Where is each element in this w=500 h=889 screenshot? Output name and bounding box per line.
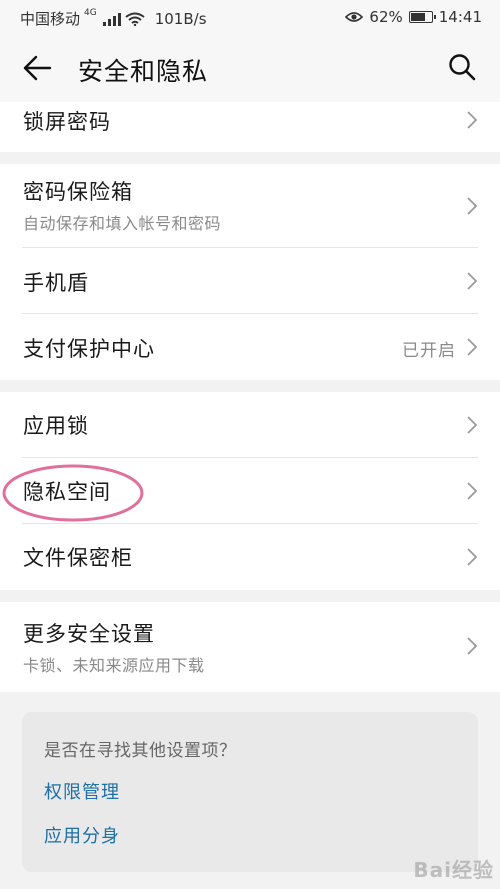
- page-title: 安全和隐私: [78, 57, 209, 86]
- battery-icon: [408, 11, 436, 23]
- settings-section-protection: 密码保险箱 自动保存和填入帐号和密码 手机盾 支付保护中心 已开启: [0, 164, 500, 380]
- status-bar: 中国移动 4G 101B/s 62% 14:41: [0, 0, 500, 34]
- list-item-payment-protection[interactable]: 支付保护中心 已开启: [0, 314, 500, 380]
- suggestions-question: 是否在寻找其他设置项？: [44, 741, 237, 761]
- network-speed-label: 101B/s: [154, 9, 207, 28]
- status-bar-left: 中国移动 4G 101B/s: [20, 8, 207, 29]
- list-item-title: 应用锁: [23, 414, 89, 438]
- link-app-twin[interactable]: 应用分身: [44, 822, 120, 848]
- list-item-lock-screen-password[interactable]: 锁屏密码: [0, 102, 500, 152]
- wifi-icon: [125, 12, 145, 26]
- list-item-title: 支付保护中心: [23, 337, 155, 361]
- list-item-title: 密码保险箱: [23, 180, 133, 204]
- chevron-right-icon: [467, 272, 478, 290]
- list-item-subtitle: 卡锁、未知来源应用下载: [23, 656, 205, 675]
- eye-comfort-icon: [345, 12, 364, 22]
- list-item-title: 手机盾: [23, 271, 89, 295]
- search-icon[interactable]: [446, 51, 478, 83]
- chevron-right-icon: [467, 197, 478, 215]
- chevron-right-icon: [467, 111, 478, 129]
- list-item-more-security-settings[interactable]: 更多安全设置 卡锁、未知来源应用下载: [0, 602, 500, 692]
- settings-section-lock: 锁屏密码: [0, 102, 500, 152]
- list-item-title: 锁屏密码: [23, 110, 111, 134]
- battery-percent-label: 62%: [369, 8, 403, 26]
- list-item-private-space[interactable]: 隐私空间: [0, 458, 500, 524]
- status-label: 已开启: [402, 341, 456, 361]
- watermark: Bai经验: [413, 858, 494, 882]
- chevron-right-icon: [467, 637, 478, 655]
- status-bar-right: 62% 14:41: [345, 8, 482, 26]
- list-item-title: 更多安全设置: [23, 622, 155, 646]
- list-item-subtitle: 自动保存和填入帐号和密码: [23, 214, 222, 233]
- list-item-title: 隐私空间: [23, 480, 111, 504]
- link-permission-management[interactable]: 权限管理: [44, 778, 120, 804]
- app-bar: 安全和隐私: [0, 34, 500, 102]
- settings-section-privacy: 应用锁 隐私空间 文件保密柜: [0, 392, 500, 590]
- carrier-label: 中国移动: [20, 10, 81, 28]
- list-item-phone-shield[interactable]: 手机盾: [0, 248, 500, 314]
- suggestions-card: 是否在寻找其他设置项？ 权限管理 应用分身: [22, 712, 478, 872]
- list-item-file-safe[interactable]: 文件保密柜: [0, 524, 500, 590]
- chevron-right-icon: [467, 416, 478, 434]
- settings-section-more: 更多安全设置 卡锁、未知来源应用下载: [0, 602, 500, 692]
- chevron-right-icon: [467, 338, 478, 356]
- signal-icon: [102, 12, 121, 26]
- network-type-label: 4G: [84, 7, 97, 18]
- chevron-right-icon: [467, 482, 478, 500]
- list-item-app-lock[interactable]: 应用锁: [0, 392, 500, 458]
- list-item-title: 文件保密柜: [23, 546, 133, 570]
- chevron-right-icon: [467, 548, 478, 566]
- clock-label: 14:41: [438, 8, 482, 26]
- back-arrow-icon[interactable]: [20, 52, 54, 84]
- list-item-password-vault[interactable]: 密码保险箱 自动保存和填入帐号和密码: [0, 164, 500, 248]
